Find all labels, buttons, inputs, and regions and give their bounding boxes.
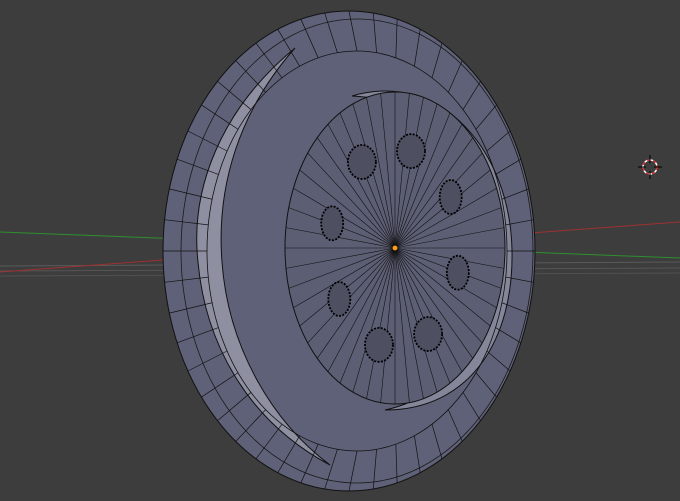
mesh-hole[interactable] <box>320 205 345 242</box>
mesh-hole[interactable] <box>413 316 444 352</box>
mesh-hole[interactable] <box>364 326 394 363</box>
viewport-canvas[interactable] <box>0 0 680 501</box>
mesh-hole[interactable] <box>346 144 377 180</box>
3d-viewport[interactable] <box>0 0 680 501</box>
mesh-hole[interactable] <box>327 281 352 317</box>
mesh-hole[interactable] <box>438 179 463 215</box>
mesh-hole[interactable] <box>445 254 470 291</box>
mesh-hole[interactable] <box>396 133 426 170</box>
mesh-object[interactable] <box>162 10 536 492</box>
center-vertex[interactable] <box>392 245 398 251</box>
